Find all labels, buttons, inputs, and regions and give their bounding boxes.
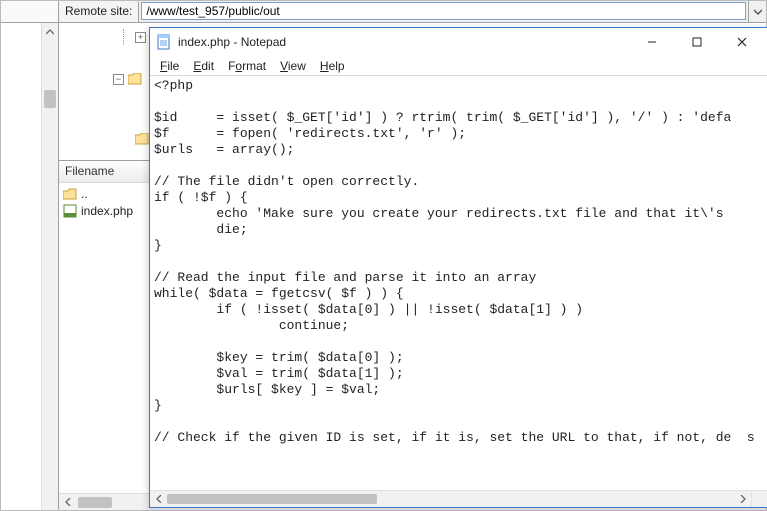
scroll-up-arrow-icon[interactable]	[42, 23, 58, 40]
tree-expand-icon[interactable]: +	[135, 32, 146, 43]
remote-site-bar: Remote site:	[1, 1, 766, 23]
code-line: $f = fopen( 'redirects.txt', 'r' );	[154, 126, 764, 142]
folder-icon	[135, 133, 149, 145]
scroll-left-arrow-icon[interactable]	[59, 494, 76, 511]
notepad-editor-area: <?php $id = isset( $_GET['id'] ) ? rtrim(…	[150, 76, 767, 507]
code-line: <?php	[154, 78, 764, 94]
php-file-icon	[63, 204, 77, 218]
notepad-menubar: File Edit Format View Help	[150, 56, 767, 76]
scrollbar-thumb[interactable]	[78, 497, 112, 508]
maximize-icon	[692, 37, 702, 47]
notepad-titlebar[interactable]: index.php - Notepad	[150, 28, 767, 56]
code-line: continue;	[154, 318, 764, 334]
code-line	[154, 414, 764, 430]
code-line: $urls[ $key ] = $val;	[154, 382, 764, 398]
scroll-right-arrow-icon[interactable]	[734, 491, 751, 508]
scrollbar-thumb[interactable]	[44, 90, 56, 108]
scrollbar-track[interactable]	[167, 491, 734, 508]
code-line: $id = isset( $_GET['id'] ) ? rtrim( trim…	[154, 110, 764, 126]
window-minimize-button[interactable]	[629, 31, 674, 53]
code-line	[154, 94, 764, 110]
left-pane-scrollbar[interactable]	[41, 23, 58, 510]
remote-path-dropdown-button[interactable]	[748, 1, 766, 22]
left-pane	[1, 23, 59, 510]
code-line: $urls = array();	[154, 142, 764, 158]
code-line: if ( !$f ) {	[154, 190, 764, 206]
tree-collapse-icon[interactable]: −	[113, 74, 124, 85]
scrollbar-corner	[751, 490, 767, 507]
column-header-filename[interactable]: Filename	[59, 161, 120, 182]
code-line	[154, 158, 764, 174]
notepad-window: index.php - Notepad File Edit Format Vie…	[149, 27, 767, 508]
notepad-editor[interactable]: <?php $id = isset( $_GET['id'] ) ? rtrim(…	[150, 76, 767, 490]
code-line	[154, 334, 764, 350]
top-left-gutter	[1, 1, 59, 22]
code-line: }	[154, 398, 764, 414]
code-line: $val = trim( $data[1] );	[154, 366, 764, 382]
code-line: if ( !isset( $data[0] ) || !isset( $data…	[154, 302, 764, 318]
notepad-hscrollbar[interactable]	[150, 490, 751, 507]
scroll-left-arrow-icon[interactable]	[150, 491, 167, 508]
file-name: ..	[81, 187, 88, 201]
menu-file[interactable]: File	[154, 57, 185, 75]
code-line: $key = trim( $data[0] );	[154, 350, 764, 366]
menu-view[interactable]: View	[274, 57, 312, 75]
remote-path-wrap	[141, 2, 746, 21]
window-maximize-button[interactable]	[674, 31, 719, 53]
code-line: while( $data = fgetcsv( $f ) ) {	[154, 286, 764, 302]
folder-icon	[128, 73, 142, 85]
code-line: // The file didn't open correctly.	[154, 174, 764, 190]
remote-site-label: Remote site:	[59, 1, 139, 22]
notepad-app-icon	[156, 34, 172, 50]
code-line	[154, 254, 764, 270]
code-line: // Read the input file and parse it into…	[154, 270, 764, 286]
file-name: index.php	[81, 204, 133, 218]
minimize-icon	[647, 37, 657, 47]
code-line: }	[154, 238, 764, 254]
code-line: echo 'Make sure you create your redirect…	[154, 206, 764, 222]
menu-help[interactable]: Help	[314, 57, 351, 75]
scrollbar-thumb[interactable]	[167, 494, 377, 504]
menu-format[interactable]: Format	[222, 57, 272, 75]
folder-up-icon	[63, 188, 77, 200]
notepad-title: index.php - Notepad	[178, 35, 629, 49]
close-icon	[737, 37, 747, 47]
chevron-down-icon	[754, 8, 762, 16]
menu-edit[interactable]: Edit	[187, 57, 220, 75]
remote-path-input[interactable]	[141, 2, 746, 20]
code-line: // Check if the given ID is set, if it i…	[154, 430, 764, 446]
window-close-button[interactable]	[719, 31, 764, 53]
code-line: die;	[154, 222, 764, 238]
